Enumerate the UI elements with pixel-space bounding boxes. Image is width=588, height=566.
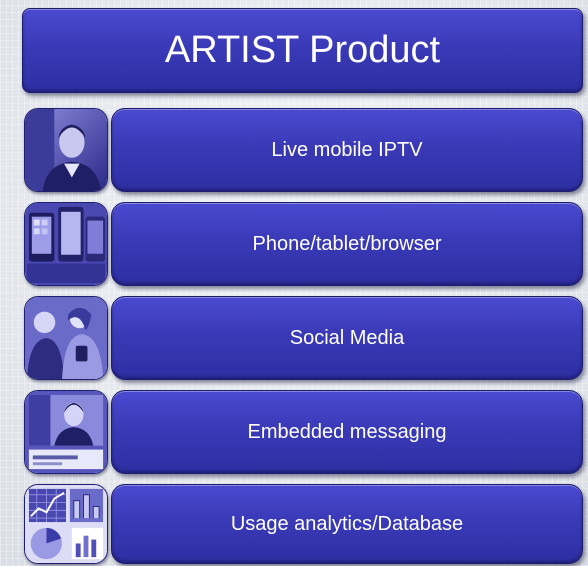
broadcast-screen-icon xyxy=(24,390,108,474)
item-panel-live-mobile-iptv: Live mobile IPTV xyxy=(111,108,583,192)
analytics-charts-icon xyxy=(24,484,108,564)
item-panel-phone-tablet-browser: Phone/tablet/browser xyxy=(111,202,583,286)
item-panel-embedded-messaging: Embedded messaging xyxy=(111,390,583,474)
item-label: Social Media xyxy=(289,326,405,349)
title-banner: ARTIST Product xyxy=(22,8,583,93)
devices-icon xyxy=(24,202,108,286)
people-icon xyxy=(24,296,108,380)
item-label: Phone/tablet/browser xyxy=(252,232,442,255)
item-panel-social-media: Social Media xyxy=(111,296,583,380)
item-label: Usage analytics/Database xyxy=(230,512,464,535)
page-title: ARTIST Product xyxy=(164,29,441,71)
item-label: Embedded messaging xyxy=(247,420,447,443)
item-label: Live mobile IPTV xyxy=(271,138,423,161)
item-panel-usage-analytics-database: Usage analytics/Database xyxy=(111,484,583,564)
news-anchor-icon xyxy=(24,108,108,192)
